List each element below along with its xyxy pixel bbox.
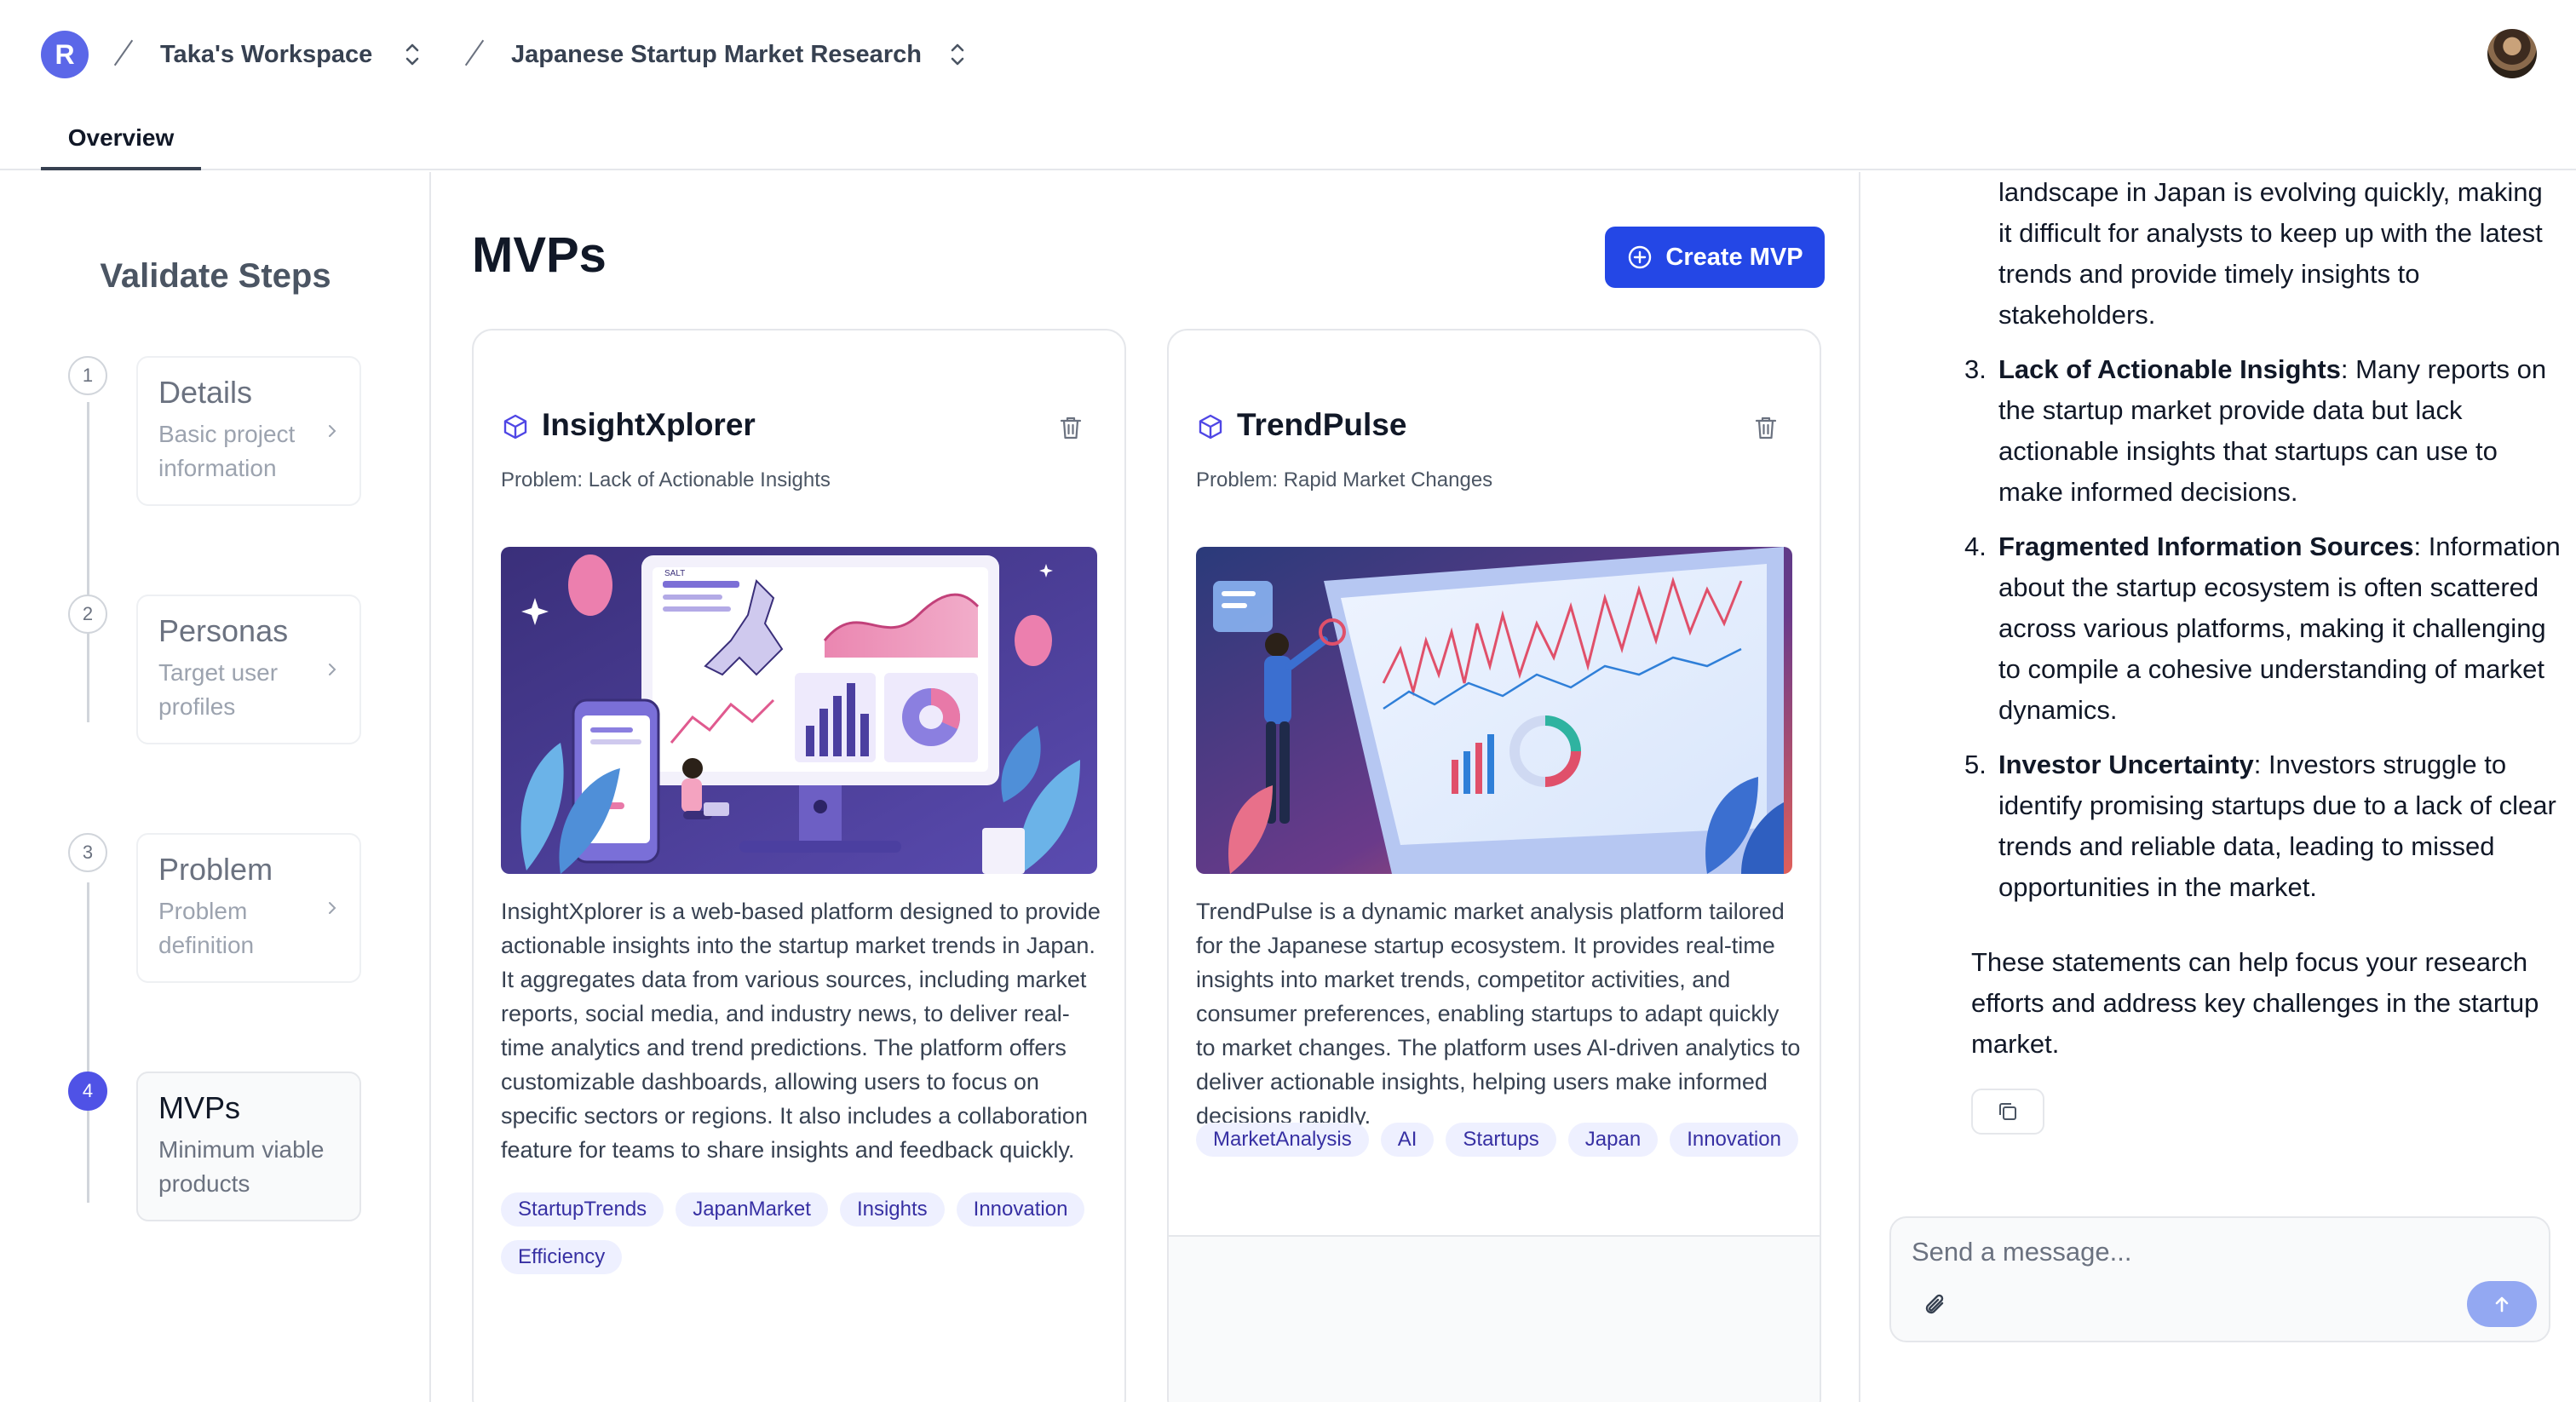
- list-number: 5.: [1964, 750, 1987, 779]
- create-mvp-button[interactable]: Create MVP: [1605, 227, 1825, 288]
- user-avatar[interactable]: [2487, 29, 2537, 78]
- list-number: 3.: [1964, 354, 1987, 384]
- steps-title: Validate Steps: [100, 257, 331, 295]
- create-mvp-label: Create MVP: [1665, 243, 1803, 271]
- step-title: Personas: [158, 613, 289, 648]
- cube-icon: [1199, 414, 1222, 440]
- mvp-name: TrendPulse: [1237, 407, 1407, 442]
- chevron-right-icon: [329, 425, 336, 437]
- breadcrumb-separator: [464, 39, 485, 66]
- breadcrumb-separator: [113, 39, 134, 66]
- tab-overview[interactable]: Overview: [41, 109, 201, 170]
- step-number: 4: [68, 1072, 107, 1111]
- chat-list-item: 4. Fragmented Information Sources: Infor…: [1964, 526, 2561, 731]
- step-number: 1: [68, 356, 107, 395]
- mvp-description: TrendPulse is a dynamic market analysis …: [1196, 899, 1801, 1129]
- list-number: 4.: [1964, 531, 1987, 561]
- illustration-label: SALT: [664, 569, 685, 578]
- step-mvps[interactable]: MVPs Minimum viable products: [136, 1072, 361, 1221]
- message-input[interactable]: [1912, 1230, 2508, 1274]
- mvp-card[interactable]: InsightXplorer Problem: Lack of Actionab…: [472, 329, 1126, 1402]
- mvps-main-panel: MVPs Create MVP InsightXplorer Problem: …: [433, 172, 1860, 1402]
- breadcrumb-workspace[interactable]: Taka's Workspace: [160, 37, 372, 72]
- step-number: 3: [68, 833, 107, 872]
- message-composer: [1889, 1216, 2550, 1342]
- step-details[interactable]: Details Basic project information: [136, 356, 361, 506]
- tag: JapanMarket: [676, 1192, 828, 1227]
- page-title: MVPs: [472, 227, 607, 283]
- chat-list-item: 5. Investor Uncertainty: Investors strug…: [1964, 744, 2561, 908]
- copy-button[interactable]: [1971, 1089, 2044, 1135]
- tag: MarketAnalysis: [1196, 1123, 1369, 1157]
- breadcrumb-project[interactable]: Japanese Startup Market Research: [511, 37, 922, 72]
- mvp-illustration: SALT: [501, 547, 1097, 874]
- chevron-right-icon: [329, 902, 336, 914]
- chevron-right-icon: [329, 664, 336, 675]
- trash-icon[interactable]: [1058, 414, 1084, 441]
- step-connector: [87, 644, 89, 721]
- step-title: Details: [158, 375, 253, 410]
- arrow-up-icon: [2495, 1296, 2509, 1313]
- tag: Efficiency: [501, 1240, 623, 1274]
- send-button[interactable]: [2467, 1281, 2537, 1327]
- step-description: Basic project information: [158, 421, 296, 481]
- mvp-description: InsightXplorer is a web-based platform d…: [501, 899, 1101, 1163]
- step-title: Problem: [158, 852, 273, 887]
- validate-steps-panel: Validate Steps 1 Details Basic project i…: [0, 172, 431, 1402]
- tag: StartupTrends: [501, 1192, 664, 1227]
- tag: Insights: [839, 1192, 945, 1227]
- chevron-updown-icon[interactable]: [947, 39, 968, 70]
- copy-icon: [1999, 1103, 2016, 1120]
- step-problem[interactable]: Problem Problem definition: [136, 833, 361, 983]
- tab-bar: Overview: [0, 109, 2576, 170]
- cube-icon: [503, 414, 527, 440]
- list-item-heading: Lack of Actionable Insights: [1998, 354, 2341, 384]
- plus-circle-icon: [1629, 245, 1652, 269]
- mvp-card[interactable]: TrendPulse Problem: Rapid Market Changes: [1167, 329, 1821, 1402]
- chat-closing-text: These statements can help focus your res…: [1971, 947, 2539, 1059]
- step-title: MVPs: [158, 1090, 241, 1125]
- card-footer: [1169, 1235, 1820, 1402]
- step-description: Minimum viable products: [158, 1136, 325, 1197]
- mvp-problem: Problem: Lack of Actionable Insights: [501, 468, 831, 491]
- top-bar: R Taka's Workspace Japanese Startup Mark…: [0, 0, 2576, 109]
- list-item-heading: Investor Uncertainty: [1998, 750, 2254, 779]
- step-personas[interactable]: Personas Target user profiles: [136, 595, 361, 744]
- tag: Innovation: [956, 1192, 1085, 1227]
- chevron-updown-icon[interactable]: [402, 39, 423, 70]
- paperclip-icon[interactable]: [1922, 1291, 1951, 1320]
- chat-message-text: landscape in Japan is evolving quickly, …: [1998, 177, 2543, 330]
- mvp-name: InsightXplorer: [542, 407, 756, 442]
- step-description: Target user profiles: [158, 659, 279, 720]
- tag-list: StartupTrends JapanMarket Insights Innov…: [501, 1192, 1106, 1274]
- chat-panel: landscape in Japan is evolving quickly, …: [1862, 172, 2576, 1402]
- step-connector: [87, 882, 89, 1203]
- step-number: 2: [68, 595, 107, 634]
- tag: Startups: [1446, 1123, 1556, 1157]
- chat-list-item: 3. Lack of Actionable Insights: Many rep…: [1964, 349, 2561, 513]
- workspace-avatar[interactable]: R: [41, 31, 89, 78]
- mvp-illustration: [1196, 547, 1792, 874]
- list-item-heading: Fragmented Information Sources: [1998, 531, 2414, 561]
- tag: Innovation: [1670, 1123, 1798, 1157]
- mvp-problem: Problem: Rapid Market Changes: [1196, 468, 1493, 491]
- tag: AI: [1380, 1123, 1435, 1157]
- tag-list: MarketAnalysis AI Startups Japan Innovat…: [1196, 1123, 1801, 1157]
- tag: Japan: [1567, 1123, 1659, 1157]
- step-description: Problem definition: [158, 898, 255, 958]
- trash-icon[interactable]: [1753, 414, 1779, 441]
